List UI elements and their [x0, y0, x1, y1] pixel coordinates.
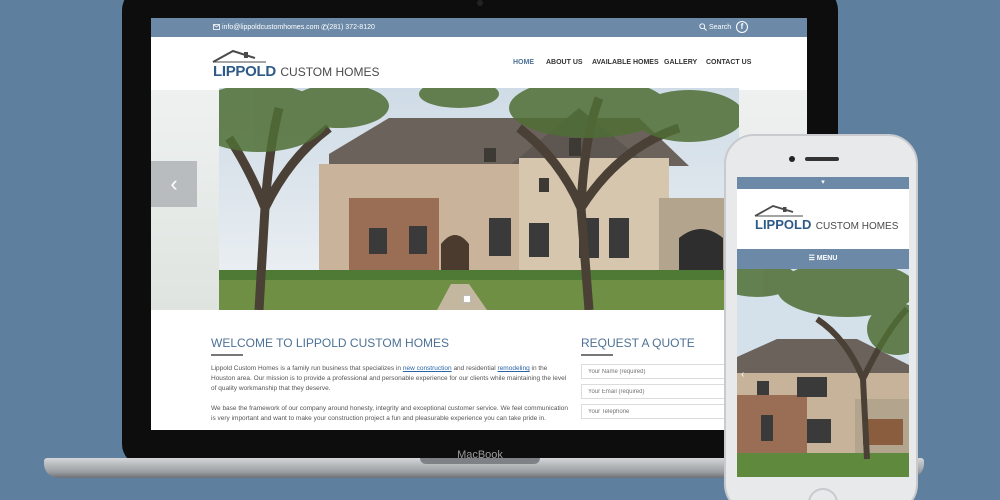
quote-name-input[interactable] [581, 364, 731, 379]
mobile-site-logo[interactable]: LIPPOLD CUSTOM HOMES [753, 203, 903, 233]
link-new-construction[interactable]: new construction [403, 365, 452, 372]
phone-device: ▾ LIPPOLD CUSTOM HOMES ☰ MENU ‹ [724, 134, 918, 500]
phone-home-button [808, 488, 838, 500]
welcome-paragraph-2: We base the framework of our company aro… [211, 405, 568, 422]
mobile-screen: ▾ LIPPOLD CUSTOM HOMES ☰ MENU ‹ [737, 177, 909, 477]
hero-slide-image [219, 88, 739, 310]
quote-telephone-input[interactable] [581, 404, 731, 419]
topbar: info@lippoldcustomhomes.com ✆ (281) 372-… [151, 18, 807, 37]
welcome-heading: WELCOME TO LIPPOLD CUSTOM HOMES [211, 336, 450, 350]
site-logo[interactable]: LIPPOLD CUSTOM HOMES [211, 48, 379, 82]
mobile-hero-image: ‹ [737, 269, 909, 477]
facebook-icon[interactable]: f [736, 21, 748, 33]
search-icon[interactable] [699, 23, 707, 31]
welcome-paragraph-1: Lippold Custom Homes is a family run bus… [211, 364, 571, 394]
slider-pager-dot[interactable] [463, 295, 471, 303]
roof-logo-icon [212, 49, 266, 63]
quote-heading: REQUEST A QUOTE [581, 336, 695, 350]
welcome-p1-text-b: and residential [453, 365, 496, 372]
nav-home[interactable]: HOME [513, 59, 534, 66]
quote-divider [581, 354, 613, 356]
mobile-topbar-toggle[interactable]: ▾ [737, 177, 909, 189]
mail-icon [213, 24, 220, 30]
nav-gallery[interactable]: GALLERY [664, 59, 697, 66]
device-label: MacBook [457, 449, 503, 461]
hamburger-icon: ☰ [808, 255, 815, 262]
nav-about-us[interactable]: ABOUT US [546, 59, 583, 66]
mobile-menu-button[interactable]: ☰ MENU [737, 249, 909, 269]
logo-brand-rest: CUSTOM HOMES [280, 65, 380, 79]
mobile-menu-label: MENU [816, 255, 838, 262]
topbar-email-link[interactable]: info@lippoldcustomhomes.com [222, 24, 319, 31]
phone-camera [789, 156, 795, 162]
link-remodeling[interactable]: remodeling [498, 365, 530, 372]
logo-brand-bold: LIPPOLD [213, 63, 276, 80]
welcome-divider [211, 354, 243, 356]
caret-down-icon: ▾ [821, 179, 825, 186]
quote-email-input[interactable] [581, 384, 731, 399]
welcome-p1-text-a: Lippold Custom Homes is a family run bus… [211, 365, 402, 372]
mobile-logo-brand-rest: CUSTOM HOMES [815, 221, 899, 232]
mobile-slider-prev-icon[interactable]: ‹ [741, 369, 744, 380]
laptop-camera [477, 0, 483, 6]
phone-speaker [805, 157, 839, 161]
mobile-logo-brand-bold: LIPPOLD [755, 217, 812, 232]
slider-prev-button[interactable]: ‹ [151, 161, 197, 207]
topbar-phone-link[interactable]: (281) 372-8120 [327, 24, 375, 31]
topbar-search-label[interactable]: Search [709, 24, 731, 31]
nav-contact-us[interactable]: CONTACT US [706, 59, 751, 66]
nav-available-homes[interactable]: AVAILABLE HOMES [592, 59, 659, 66]
desktop-screen: info@lippoldcustomhomes.com ✆ (281) 372-… [151, 18, 807, 430]
